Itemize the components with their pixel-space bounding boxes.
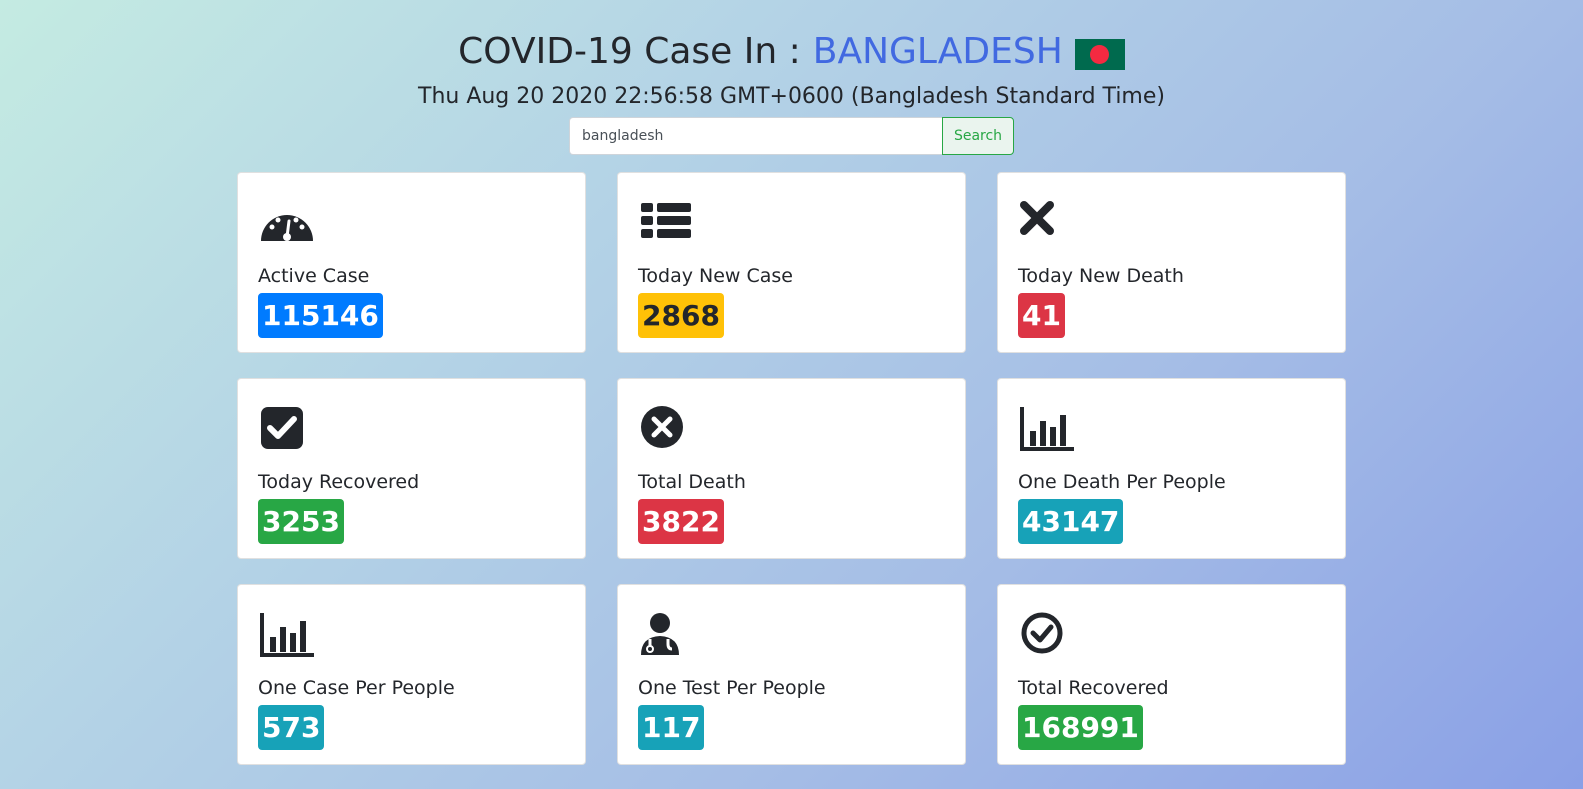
- card-value-badge: 117: [638, 705, 705, 750]
- country-name: BANGLADESH: [812, 31, 1063, 72]
- bar-chart-icon: [260, 613, 314, 657]
- datetime-text: Thu Aug 20 2020 22:56:58 GMT+0600 (Bangl…: [418, 84, 1165, 109]
- card-today-recovered: Today Recovered 3253: [237, 378, 586, 559]
- card-today-new-death: Today New Death 41: [997, 172, 1346, 353]
- card-total-death: Total Death 3822: [617, 378, 966, 559]
- card-label: Today New Death: [1018, 265, 1184, 287]
- card-total-recovered: Total Recovered 168991: [997, 584, 1346, 765]
- search-input[interactable]: [569, 117, 942, 155]
- list-icon: [641, 203, 691, 238]
- card-value-badge: 3822: [638, 499, 724, 544]
- card-value-badge: 41: [1018, 293, 1065, 338]
- tachometer-icon: [261, 215, 313, 241]
- card-one-test-per-people: One Test Per People 117: [617, 584, 966, 765]
- check-square-icon: [261, 407, 303, 449]
- search-form: Search: [569, 117, 1014, 155]
- check-circle-icon: [1021, 612, 1063, 654]
- card-label: One Death Per People: [1018, 471, 1226, 493]
- search-button[interactable]: Search: [942, 117, 1014, 155]
- card-label: One Test Per People: [638, 677, 826, 699]
- card-one-case-per-people: One Case Per People 573: [237, 584, 586, 765]
- card-value-badge: 168991: [1018, 705, 1143, 750]
- doctor-icon: [641, 613, 679, 655]
- x-icon: [1020, 201, 1054, 235]
- card-label: Today New Case: [638, 265, 793, 287]
- card-value-badge: 573: [258, 705, 325, 750]
- card-today-new-case: Today New Case 2868: [617, 172, 966, 353]
- times-circle-icon: [641, 406, 683, 448]
- card-label: Active Case: [258, 265, 370, 287]
- card-value-badge: 3253: [258, 499, 344, 544]
- card-label: Today Recovered: [258, 471, 420, 493]
- card-one-death-per-people: One Death Per People 43147: [997, 378, 1346, 559]
- bar-chart-icon: [1020, 407, 1074, 451]
- card-value-badge: 43147: [1018, 499, 1124, 544]
- card-value-badge: 115146: [258, 293, 383, 338]
- card-active-case: Active Case 115146: [237, 172, 586, 353]
- page-title: COVID-19 Case In : BANGLADESH: [0, 28, 1583, 76]
- card-label: Total Recovered: [1018, 677, 1169, 699]
- card-label: Total Death: [638, 471, 746, 493]
- card-value-badge: 2868: [638, 293, 724, 338]
- bangladesh-flag-icon: [1074, 38, 1125, 70]
- title-prefix: COVID-19 Case In :: [458, 31, 801, 72]
- card-label: One Case Per People: [258, 677, 455, 699]
